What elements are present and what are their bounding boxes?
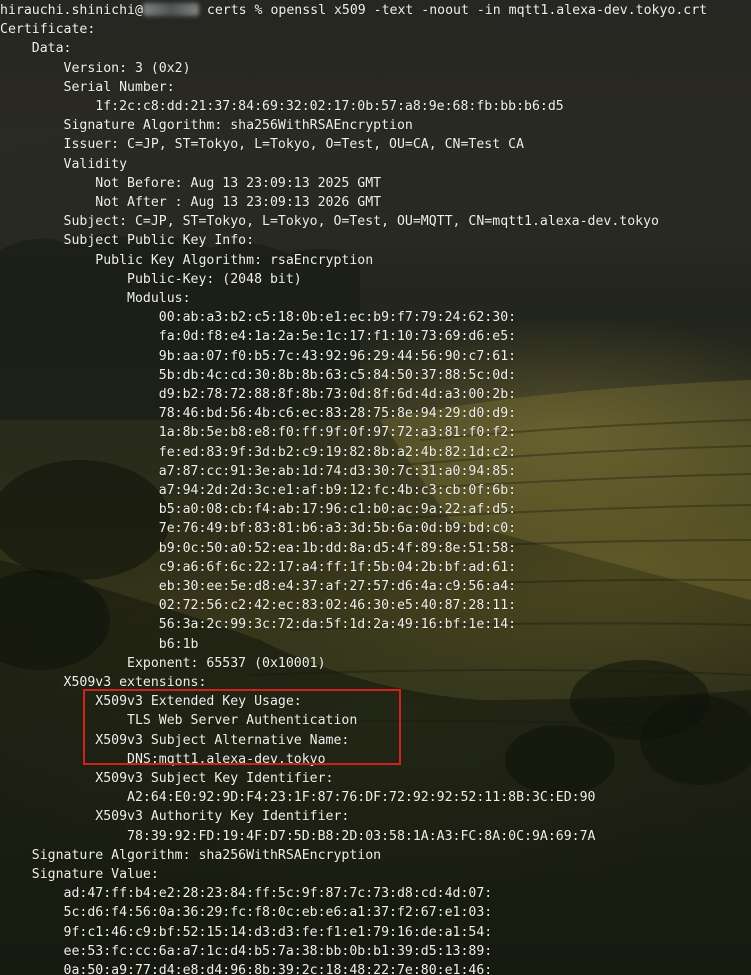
terminal-output-line: 5c:d6:f4:56:0a:36:29:fc:f8:0c:eb:e6:a1:3… xyxy=(0,905,493,921)
terminal-output-line: eb:30:ee:5e:d8:e4:37:af:27:57:d6:4a:c9:5… xyxy=(0,579,517,594)
terminal-output-line: b9:0c:50:a0:52:ea:1b:dd:8a:d5:4f:89:8e:5… xyxy=(0,540,517,556)
terminal-output-line: Version: 3 (0x2) xyxy=(0,60,191,76)
terminal-output-line: Public-Key: (2048 bit) xyxy=(0,271,302,287)
terminal-output-line: Signature Algorithm: sha256WithRSAEncryp… xyxy=(0,118,413,134)
prompt-directory: certs xyxy=(206,3,247,18)
terminal-output-line: Certificate: xyxy=(0,22,96,38)
terminal-output-line: d9:b2:78:72:88:8f:8b:73:0d:8f:6d:4d:a3:0… xyxy=(0,387,517,402)
terminal-output-line: X509v3 Extended Key Usage: xyxy=(0,694,302,710)
terminal-output-line: fa:0d:f8:e4:1a:2a:5e:1c:17:f1:10:73:69:d… xyxy=(0,329,517,345)
command-prompt-line: hirauchi.shinichi@ certs % openssl x509 … xyxy=(0,1,707,20)
terminal-output-line: A2:64:E0:92:9D:F4:23:1F:87:76:DF:72:92:9… xyxy=(0,790,596,806)
terminal-output-line: a7:94:2d:2d:3c:e1:af:b9:12:fc:4b:c3:cb:0… xyxy=(0,483,517,498)
terminal-output-line: Modulus: xyxy=(0,291,191,306)
command-text: openssl x509 -text -noout -in mqtt1.alex… xyxy=(270,3,708,18)
terminal-output-line: X509v3 extensions: xyxy=(0,675,207,690)
terminal-output-line: b5:a0:08:cb:f4:ab:17:96:c1:b0:ac:9a:22:a… xyxy=(0,502,517,518)
prompt-user: hirauchi.shinichi@ xyxy=(0,3,143,18)
terminal-output-line: Subject Public Key Info: xyxy=(0,233,255,249)
terminal-output-line: ee:53:fc:cc:6a:a7:1c:d4:b5:7a:38:bb:0b:b… xyxy=(0,943,493,959)
terminal-output-line: TLS Web Server Authentication xyxy=(0,713,358,729)
terminal-output-line: 78:46:bd:56:4b:c6:ec:83:28:75:8e:94:29:d… xyxy=(0,406,517,422)
terminal-output-line: 00:ab:a3:b2:c5:18:0b:e1:ec:b9:f7:79:24:6… xyxy=(0,310,517,326)
terminal-output-line: Not After : Aug 13 23:09:13 2026 GMT xyxy=(0,195,382,210)
terminal-output-line: DNS:mqtt1.alexa-dev.tokyo xyxy=(0,751,326,767)
terminal-output-line: X509v3 Authority Key Identifier: xyxy=(0,809,350,825)
terminal-output-line: 1f:2c:c8:dd:21:37:84:69:32:02:17:0b:57:a… xyxy=(0,99,564,114)
terminal-output-line: a7:87:cc:91:3e:ab:1d:74:d3:30:7c:31:a0:9… xyxy=(0,463,517,479)
terminal-output-line: b6:1b xyxy=(0,636,199,652)
terminal-output-line: Signature Algorithm: sha256WithRSAEncryp… xyxy=(0,847,382,863)
terminal-output-line: 0a:50:a9:77:d4:e8:d4:96:8b:39:2c:18:48:2… xyxy=(0,963,493,975)
terminal-output-line: 56:3a:2c:99:3c:72:da:5f:1d:2a:49:16:bf:1… xyxy=(0,617,517,633)
terminal-output[interactable]: hirauchi.shinichi@ certs % openssl x509 … xyxy=(0,0,751,975)
terminal-output-line: 02:72:56:c2:42:ec:83:02:46:30:e5:40:87:2… xyxy=(0,598,517,614)
terminal-output-line: fe:ed:83:9f:3d:b2:c9:19:82:8b:a2:4b:82:1… xyxy=(0,444,517,460)
prompt-symbol: % xyxy=(254,3,263,18)
terminal-output-line: Subject: C=JP, ST=Tokyo, L=Tokyo, O=Test… xyxy=(0,214,659,230)
terminal-output-line: Validity xyxy=(0,156,128,172)
terminal-output-line: ad:47:ff:b4:e2:28:23:84:ff:5c:9f:87:7c:7… xyxy=(0,886,493,902)
terminal-output-line: Serial Number: xyxy=(0,79,175,95)
terminal-output-line: 78:39:92:FD:19:4F:D7:5D:B8:2D:03:58:1A:A… xyxy=(0,828,596,844)
terminal-output-line: 5b:db:4c:cd:30:8b:8b:63:c5:84:50:37:88:5… xyxy=(0,367,517,383)
terminal-output-line: Signature Value: xyxy=(0,867,159,882)
terminal-output-line: X509v3 Subject Alternative Name: xyxy=(0,732,350,748)
terminal-output-line: 9f:c1:46:c9:bf:52:15:14:d3:d3:fe:f1:e1:7… xyxy=(0,924,493,940)
terminal-output-line: Exponent: 65537 (0x10001) xyxy=(0,655,326,671)
terminal-output-line: Data: xyxy=(0,41,72,57)
terminal-output-line: Issuer: C=JP, ST=Tokyo, L=Tokyo, O=Test,… xyxy=(0,137,525,153)
terminal-output-line: X509v3 Subject Key Identifier: xyxy=(0,771,334,786)
terminal-output-line: 1a:8b:5e:b8:e8:f0:ff:9f:0f:97:72:a3:81:f… xyxy=(0,425,517,441)
terminal-output-line: Not Before: Aug 13 23:09:13 2025 GMT xyxy=(0,175,382,191)
redacted-hostname xyxy=(142,3,199,16)
terminal-output-line: Public Key Algorithm: rsaEncryption xyxy=(0,252,374,268)
terminal-output-line: 9b:aa:07:f0:b5:7c:43:92:96:29:44:56:90:c… xyxy=(0,348,517,364)
terminal-output-line: 7e:76:49:bf:83:81:b6:a3:3d:5b:6a:0d:b9:b… xyxy=(0,521,517,537)
terminal-output-line: c9:a6:6f:6c:22:17:a4:ff:1f:5b:04:2b:bf:a… xyxy=(0,559,517,575)
